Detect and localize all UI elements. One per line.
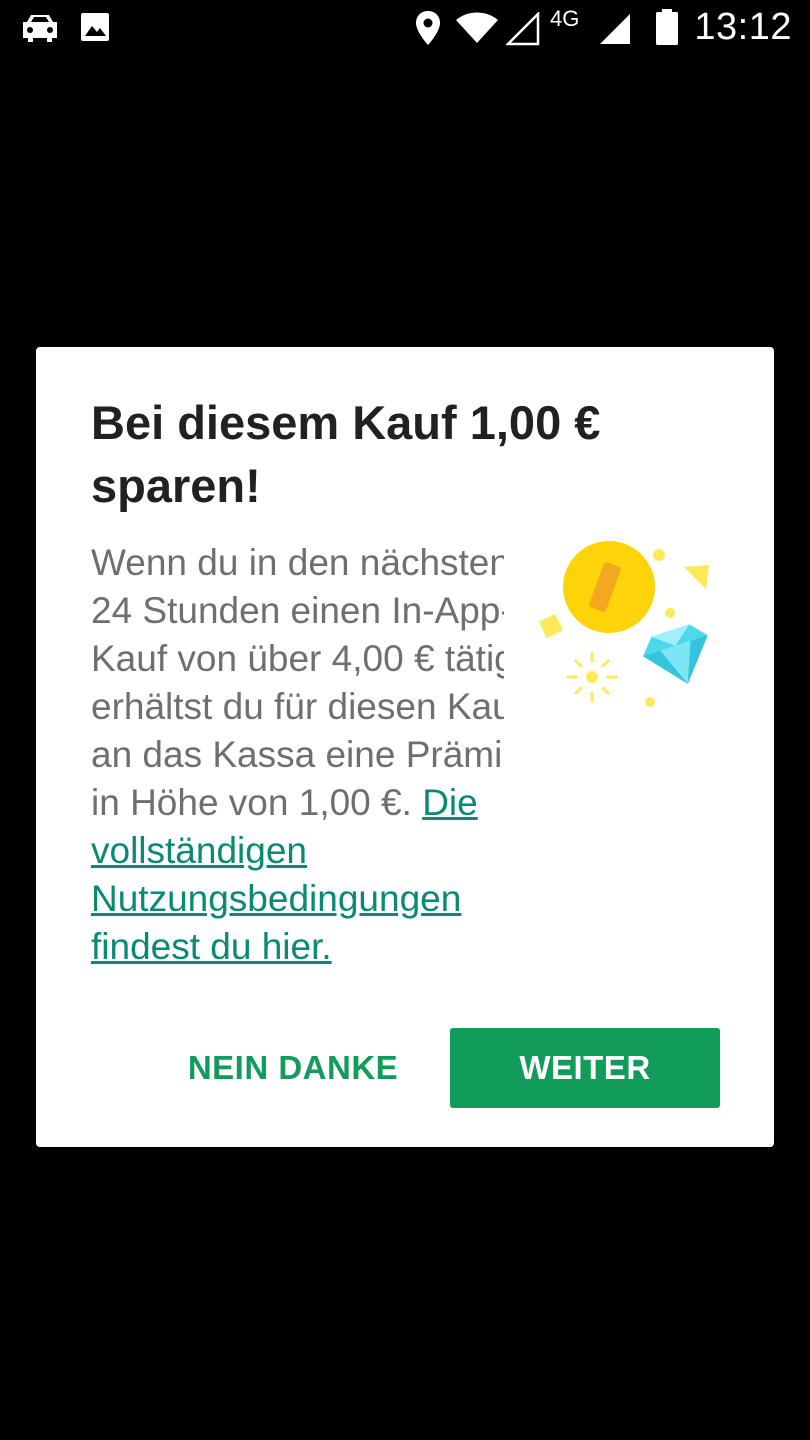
image-icon — [81, 13, 109, 41]
reward-dialog: Bei diesem Kauf 1,00 € sparen! Wenn du i… — [36, 347, 774, 1147]
network-type-label: 4G — [550, 6, 580, 31]
car-icon — [23, 15, 57, 42]
sparkle-icon — [566, 651, 618, 703]
status-bar: 4G 13:12 — [0, 0, 810, 56]
wifi-icon — [456, 12, 498, 43]
signal-empty-icon — [506, 12, 540, 46]
signal-icon — [600, 14, 630, 44]
continue-button[interactable]: WEITER — [450, 1028, 720, 1108]
battery-icon — [656, 9, 678, 45]
dialog-body: Wenn du in den nächsten 24 Stunden einen… — [91, 539, 504, 979]
clock: 13:12 — [694, 6, 792, 48]
coin-diamond-illustration — [539, 541, 709, 707]
dialog-title: Bei diesem Kauf 1,00 € sparen! — [91, 396, 601, 512]
no-thanks-button[interactable]: NEIN DANKE — [176, 1028, 410, 1108]
dialog-body-text: Wenn du in den nächsten 24 Stunden einen… — [91, 542, 504, 823]
diamond-icon — [643, 624, 708, 684]
location-icon — [416, 11, 440, 45]
